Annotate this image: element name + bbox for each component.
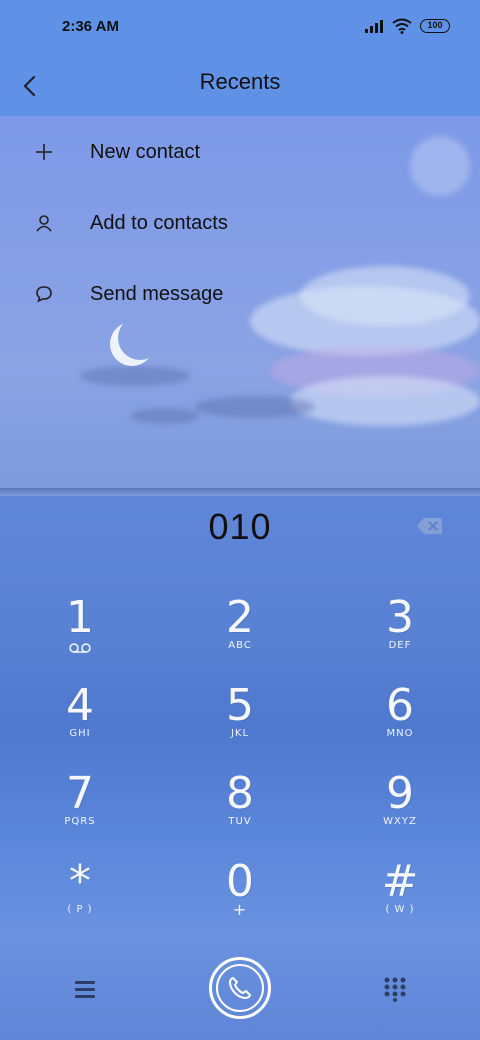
battery-indicator: 100 xyxy=(420,19,450,33)
dialpad-toggle-button[interactable] xyxy=(382,976,408,1002)
key-letters: ( W ) xyxy=(385,904,415,915)
key-7[interactable]: 7 PQRS xyxy=(20,770,140,850)
menu-label: Add to contacts xyxy=(90,211,228,234)
status-bar: 2:36 AM 100 xyxy=(0,0,480,56)
key-9[interactable]: 9 WXYZ xyxy=(340,770,460,850)
key-letters: GHI xyxy=(69,728,91,739)
voicemail-icon xyxy=(69,643,91,653)
key-3[interactable]: 3 DEF xyxy=(340,594,460,674)
key-letters: ABC xyxy=(228,640,252,651)
dialpad-icon xyxy=(384,977,406,1002)
dialed-number: 010 xyxy=(208,506,272,547)
key-letters: MNO xyxy=(386,728,414,739)
key-letters: WXYZ xyxy=(383,816,417,827)
key-4[interactable]: 4 GHI xyxy=(20,682,140,762)
key-digit: # xyxy=(381,856,419,907)
key-digit: 3 xyxy=(386,592,414,643)
menu-label: Send message xyxy=(90,282,224,305)
key-letters: TUV xyxy=(228,816,252,827)
status-time: 2:36 AM xyxy=(62,18,119,35)
menu-item-new-contact[interactable]: New contact xyxy=(0,117,480,187)
key-letters: JKL xyxy=(230,728,250,739)
key-digit: * xyxy=(69,856,91,907)
key-digit: 2 xyxy=(226,592,254,643)
key-digit: 9 xyxy=(386,768,414,819)
person-icon xyxy=(32,211,56,235)
key-5[interactable]: 5 JKL xyxy=(180,682,300,762)
key-digit: 4 xyxy=(66,680,94,731)
key-letters: + xyxy=(232,900,248,919)
call-button[interactable] xyxy=(209,957,271,1019)
message-icon xyxy=(32,282,56,306)
phone-icon xyxy=(216,964,264,1012)
key-letters: PQRS xyxy=(64,816,96,827)
bottom-bar xyxy=(0,950,480,1030)
plus-icon xyxy=(32,140,56,164)
key-letters: DEF xyxy=(388,640,412,651)
page-title: Recents xyxy=(199,69,281,94)
key-6[interactable]: 6 MNO xyxy=(340,682,460,762)
backspace-icon xyxy=(417,518,442,534)
key-1[interactable]: 1 xyxy=(20,594,140,674)
menu-button[interactable] xyxy=(70,974,100,1004)
backspace-button[interactable] xyxy=(416,516,444,536)
key-digit: 7 xyxy=(66,768,94,819)
menu-label: New contact xyxy=(90,140,201,163)
key-0[interactable]: 0 + xyxy=(180,858,300,938)
key-star[interactable]: * ( P ) xyxy=(20,858,140,938)
status-icons: 100 xyxy=(364,18,450,34)
key-digit: 1 xyxy=(66,592,94,643)
key-digit: 8 xyxy=(226,768,254,819)
key-2[interactable]: 2 ABC xyxy=(180,594,300,674)
key-8[interactable]: 8 TUV xyxy=(180,770,300,850)
key-digit: 0 xyxy=(226,856,254,907)
signal-icon xyxy=(365,20,383,33)
key-digit: 6 xyxy=(386,680,414,731)
wifi-icon xyxy=(392,18,412,34)
menu-item-add-to-contacts[interactable]: Add to contacts xyxy=(0,188,480,258)
treeline xyxy=(0,488,480,496)
key-letters: ( P ) xyxy=(67,904,93,915)
key-hash[interactable]: # ( W ) xyxy=(340,858,460,938)
key-digit: 5 xyxy=(226,680,254,731)
menu-item-send-message[interactable]: Send message xyxy=(0,259,480,329)
header: Recents xyxy=(0,56,480,116)
